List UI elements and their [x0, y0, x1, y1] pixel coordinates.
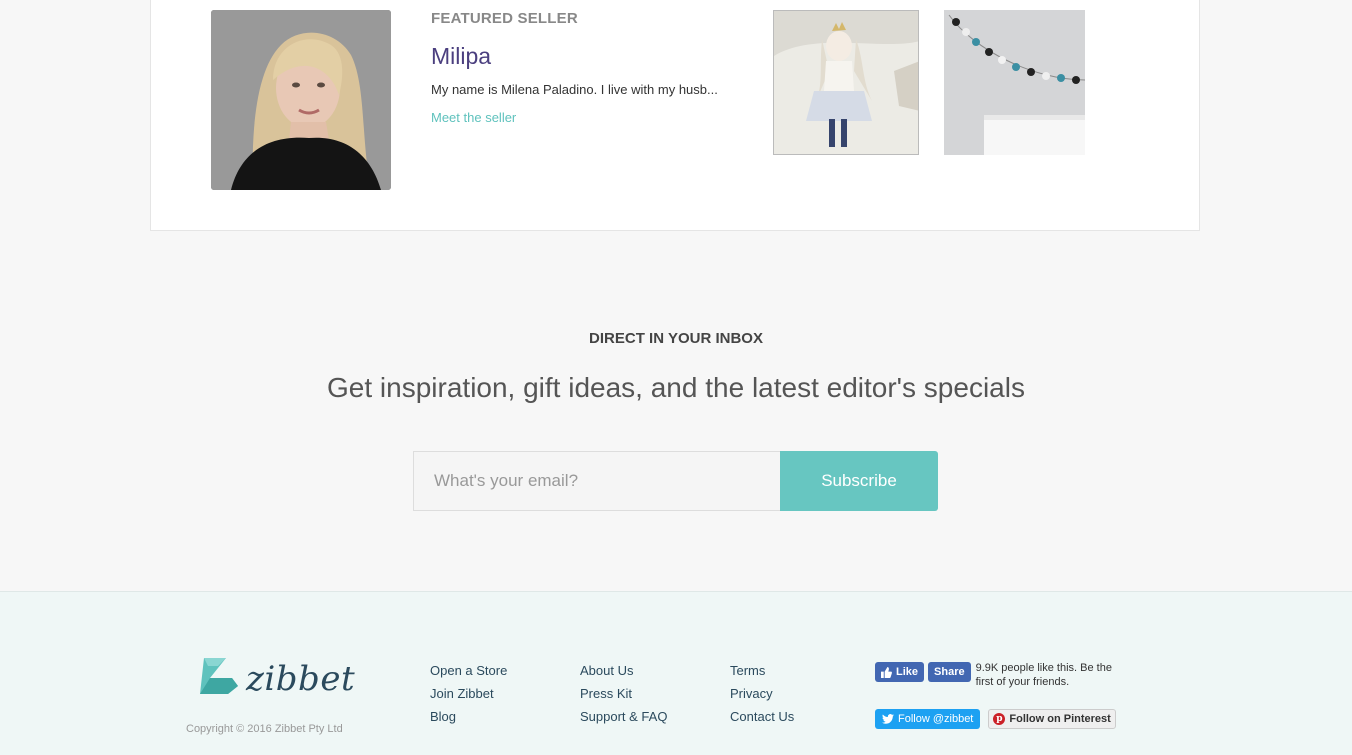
thumbs-up-icon — [881, 666, 892, 678]
footer-column-store: Open a Store Join Zibbet Blog — [430, 663, 507, 732]
follow-buttons: Follow @zibbet p Follow on Pinterest — [875, 709, 1125, 729]
newsletter-headline: Get inspiration, gift ideas, and the lat… — [327, 372, 1025, 403]
seller-photo[interactable] — [211, 10, 391, 190]
copyright-text: Copyright © 2016 Zibbet Pty Ltd — [186, 723, 343, 735]
social-widgets: Like Share 9.9K people like this. Be the… — [875, 662, 1125, 729]
seller-info: FEATURED SELLER Milipa My name is Milena… — [431, 10, 751, 125]
twitter-follow-label: Follow @zibbet — [898, 713, 974, 725]
zibbet-swan-logo-icon — [200, 658, 238, 694]
pinterest-follow-button[interactable]: p Follow on Pinterest — [988, 709, 1116, 729]
newsletter-eyebrow: DIRECT IN YOUR INBOX — [589, 330, 763, 347]
doll-product-image[interactable] — [773, 10, 919, 155]
site-footer: zibbet Copyright © 2016 Zibbet Pty Ltd O… — [0, 591, 1352, 755]
zibbet-logo[interactable]: zibbet — [198, 656, 355, 696]
facebook-like-count-text: 9.9K people like this. Be the first of y… — [975, 662, 1112, 688]
facebook-share-label: Share — [934, 666, 965, 678]
support-faq-link[interactable]: Support & FAQ — [580, 702, 667, 732]
garland-product-image[interactable] — [944, 10, 1085, 155]
facebook-like-button[interactable]: Like — [875, 662, 925, 682]
seller-name[interactable]: Milipa — [431, 43, 751, 70]
seller-description: My name is Milena Paladino. I live with … — [431, 82, 718, 97]
email-input[interactable] — [413, 451, 780, 511]
featured-seller-card: FEATURED SELLER Milipa My name is Milena… — [150, 0, 1200, 231]
footer-column-legal: Terms Privacy Contact Us — [730, 663, 794, 732]
facebook-like-label: Like — [896, 666, 919, 678]
newsletter-section: DIRECT IN YOUR INBOX Get inspiration, gi… — [0, 231, 1352, 591]
facebook-share-button[interactable]: Share — [928, 662, 971, 682]
subscribe-button[interactable]: Subscribe — [780, 451, 938, 511]
facebook-widget: Like Share 9.9K people like this. Be the… — [875, 662, 1125, 689]
zibbet-logo-text: zibbet — [246, 659, 356, 699]
contact-us-link[interactable]: Contact Us — [730, 702, 794, 732]
twitter-bird-icon — [882, 714, 894, 724]
footer-column-company: About Us Press Kit Support & FAQ — [580, 663, 667, 732]
meet-the-seller-link[interactable]: Meet the seller — [431, 110, 751, 125]
newsletter-form: Subscribe — [413, 451, 938, 511]
twitter-follow-button[interactable]: Follow @zibbet — [875, 709, 981, 729]
pinterest-icon: p — [993, 713, 1006, 725]
pinterest-follow-label: Follow on Pinterest — [1009, 713, 1111, 725]
featured-seller-label: FEATURED SELLER — [431, 10, 578, 27]
